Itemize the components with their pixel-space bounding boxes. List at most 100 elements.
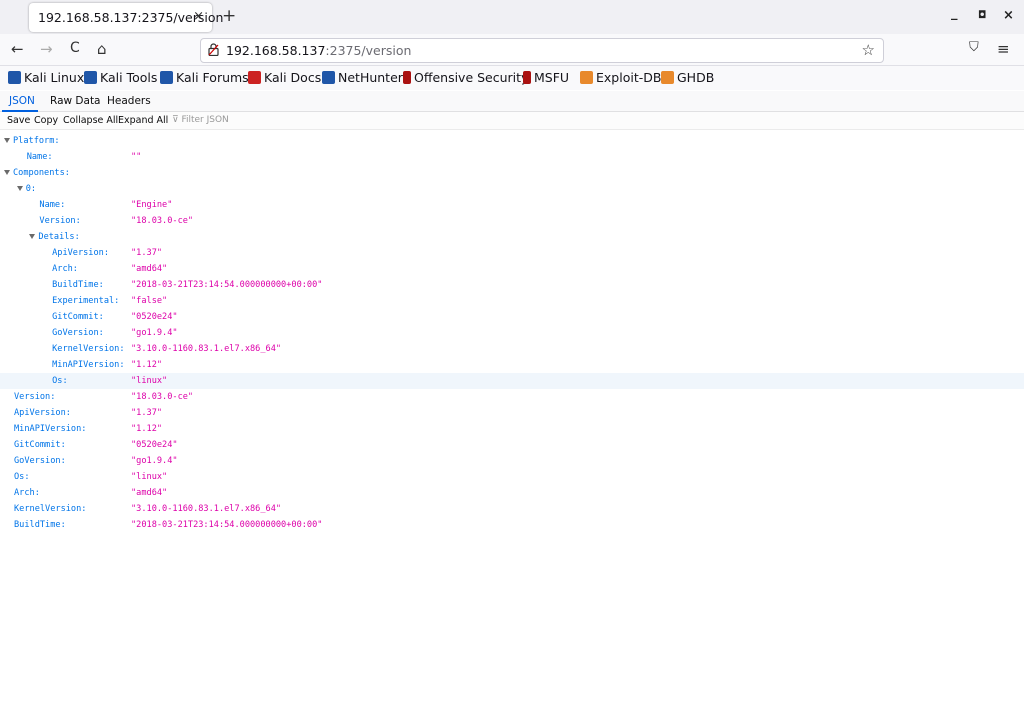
json-row[interactable]: Os: "linux" <box>0 373 1024 389</box>
bookmark-label: NetHunter <box>338 70 403 85</box>
json-key-text: Arch: <box>52 264 78 274</box>
json-value: "amd64" <box>131 488 168 498</box>
json-row[interactable]: Platform: <box>0 133 1024 149</box>
bookmark-label: MSFU <box>534 70 570 85</box>
json-value: "1.12" <box>131 424 163 434</box>
json-row[interactable]: MinAPIVersion: "1.12" <box>0 357 1024 373</box>
json-key-text: MinAPIVersion: <box>52 360 125 370</box>
bookmark-label: Kali Tools <box>100 70 158 85</box>
json-key-text: Name: <box>39 200 66 210</box>
json-key-text: Os: <box>14 472 30 482</box>
minimize-button[interactable]: _ <box>951 6 958 21</box>
expand-toggle-icon[interactable] <box>4 138 10 143</box>
json-row[interactable]: GitCommit: "0520e24" <box>0 437 1024 453</box>
expand-toggle-icon[interactable] <box>16 186 23 191</box>
json-key: 0: <box>16 184 37 194</box>
json-key: GoVersion: <box>14 456 66 466</box>
json-row[interactable]: Version: "18.03.0-ce" <box>0 213 1024 229</box>
kali-dragon-icon <box>84 71 97 84</box>
json-value: "0520e24" <box>131 440 178 450</box>
json-toolbar: Save Copy Collapse All Expand All ⊽ Filt… <box>0 112 1024 130</box>
forward-icon[interactable]: → <box>40 40 53 58</box>
reload-icon[interactable]: C <box>70 40 80 56</box>
expand-toggle-icon[interactable] <box>4 170 10 175</box>
menu-icon[interactable]: ≡ <box>997 40 1010 58</box>
json-value: "2018-03-21T23:14:54.000000000+00:00" <box>131 280 323 290</box>
json-row[interactable]: Os: "linux" <box>0 469 1024 485</box>
json-row[interactable]: Components: <box>0 165 1024 181</box>
json-row[interactable]: GoVersion: "go1.9.4" <box>0 325 1024 341</box>
json-row[interactable]: Arch: "amd64" <box>0 485 1024 501</box>
json-row[interactable]: ApiVersion: "1.37" <box>0 245 1024 261</box>
filter-json-input[interactable]: ⊽ Filter JSON <box>172 115 229 125</box>
bookmark-exploit-db[interactable]: Exploit-DB <box>580 70 661 85</box>
json-value: "3.10.0-1160.83.1.el7.x86_64" <box>131 504 282 514</box>
exploitdb-icon <box>580 71 593 84</box>
json-row[interactable]: MinAPIVersion: "1.12" <box>0 421 1024 437</box>
bookmark-kali-forums[interactable]: Kali Forums <box>160 70 249 85</box>
json-key-text: GitCommit: <box>52 312 104 322</box>
json-value: "0520e24" <box>131 312 178 322</box>
json-row[interactable]: GoVersion: "go1.9.4" <box>0 453 1024 469</box>
json-key: GoVersion: <box>52 328 104 338</box>
bookmark-label: Kali Linux <box>24 70 85 85</box>
json-row[interactable]: KernelVersion: "3.10.0-1160.83.1.el7.x86_… <box>0 501 1024 517</box>
json-row[interactable]: BuildTime: "2018-03-21T23:14:54.000000000… <box>0 277 1024 293</box>
bookmark-msfu[interactable]: MSFU <box>523 70 569 85</box>
bookmark-label: GHDB <box>677 70 715 85</box>
bookmark-star-icon[interactable]: ☆ <box>862 41 875 59</box>
bookmark-kali-tools[interactable]: Kali Tools <box>84 70 157 85</box>
bookmark-kali-linux[interactable]: Kali Linux <box>8 70 84 85</box>
copy-button[interactable]: Copy <box>34 115 58 126</box>
json-row[interactable]: ApiVersion: "1.37" <box>0 405 1024 421</box>
json-row[interactable]: BuildTime: "2018-03-21T23:14:54.000000000… <box>0 517 1024 533</box>
json-row[interactable]: KernelVersion: "3.10.0-1160.83.1.el7.x86_… <box>0 341 1024 357</box>
tab-headers[interactable]: Headers <box>107 95 151 107</box>
json-key-text: 0: <box>25 184 37 194</box>
collapse-all-button[interactable]: Collapse All <box>63 115 118 126</box>
maximize-button[interactable]: ◘ <box>978 10 986 21</box>
json-row[interactable]: Experimental: "false" <box>0 293 1024 309</box>
json-row[interactable]: Version: "18.03.0-ce" <box>0 389 1024 405</box>
bookmark-ghdb[interactable]: GHDB <box>661 70 714 85</box>
docs-icon <box>248 71 261 84</box>
kali-dragon-icon <box>8 71 21 84</box>
url-text: 192.168.58.137:2375/version <box>226 43 411 58</box>
json-key: MinAPIVersion: <box>14 424 86 434</box>
json-value: "Engine" <box>131 200 173 210</box>
json-key-text: MinAPIVersion: <box>14 424 87 434</box>
back-icon[interactable]: ← <box>11 40 24 58</box>
bookmark-offensive-security[interactable]: Offensive Security <box>403 70 528 85</box>
pocket-icon[interactable]: ⛉ <box>969 40 979 55</box>
json-value: "amd64" <box>131 264 168 274</box>
tab-close-icon[interactable]: × <box>193 9 204 24</box>
json-key: ApiVersion: <box>52 248 109 258</box>
json-row[interactable]: 0: <box>0 181 1024 197</box>
json-value: "3.10.0-1160.83.1.el7.x86_64" <box>131 344 282 354</box>
json-key-text: BuildTime: <box>52 280 104 290</box>
browser-tab[interactable]: 192.168.58.137:2375/version × <box>29 3 223 32</box>
json-row[interactable]: GitCommit: "0520e24" <box>0 309 1024 325</box>
tab-json[interactable]: JSON <box>9 95 35 107</box>
json-key-text: KernelVersion: <box>52 344 125 354</box>
url-bar[interactable]: 192.168.58.137:2375/version ☆ <box>200 38 884 63</box>
new-tab-button[interactable]: + <box>222 6 236 26</box>
json-key-text: Components: <box>13 168 70 178</box>
json-value: "2018-03-21T23:14:54.000000000+00:00" <box>131 520 323 530</box>
json-key: ApiVersion: <box>14 408 71 418</box>
json-row[interactable]: Name: "Engine" <box>0 197 1024 213</box>
close-window-button[interactable]: × <box>1003 8 1014 23</box>
json-row[interactable]: Arch: "amd64" <box>0 261 1024 277</box>
json-row[interactable]: Name: "" <box>0 149 1024 165</box>
save-button[interactable]: Save <box>7 115 30 126</box>
kali-dragon-icon <box>322 71 335 84</box>
bookmark-kali-docs[interactable]: Kali Docs <box>248 70 321 85</box>
home-icon[interactable]: ⌂ <box>97 40 107 58</box>
expand-all-button[interactable]: Expand All <box>118 115 168 126</box>
json-row[interactable]: Details: <box>0 229 1024 245</box>
tab-raw-data[interactable]: Raw Data <box>50 95 101 107</box>
bookmark-nethunter[interactable]: NetHunter <box>322 70 403 85</box>
json-key-text: GoVersion: <box>14 456 66 466</box>
expand-toggle-icon[interactable] <box>29 234 36 239</box>
json-key-text: GoVersion: <box>52 328 104 338</box>
